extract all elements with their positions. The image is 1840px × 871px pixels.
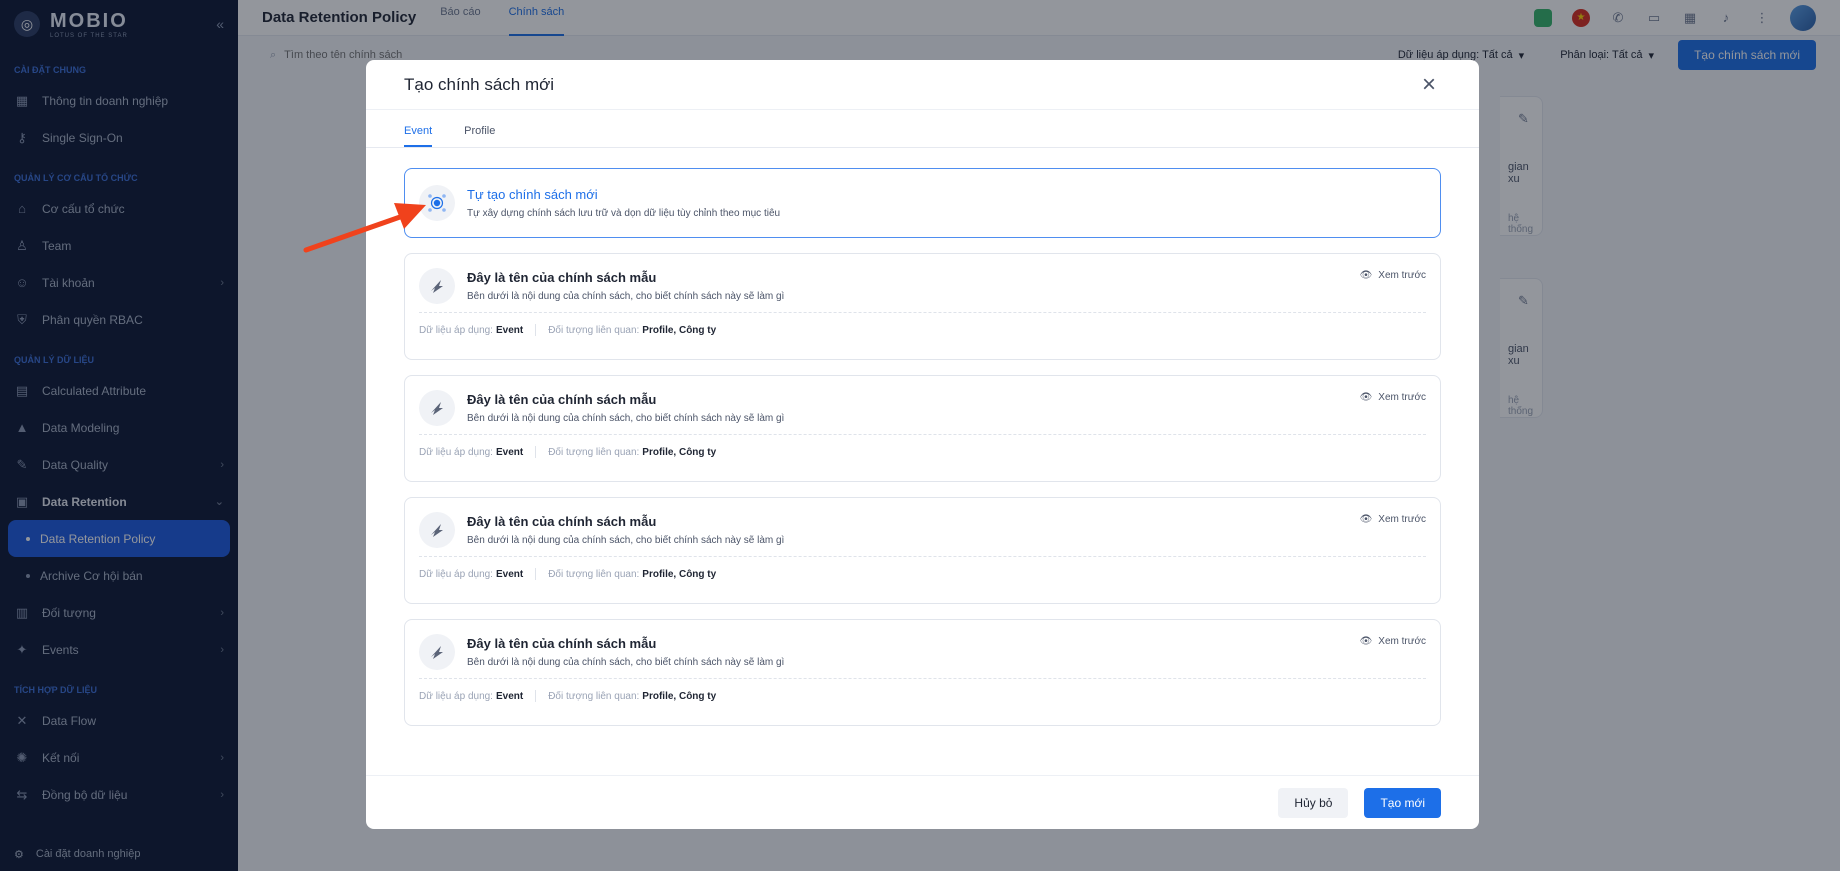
modal-title: Tạo chính sách mới [404,74,555,94]
related-objects-value: Profile, Công ty [642,324,717,336]
modal-tabs: Event Profile [366,110,1479,148]
template-desc: Bên dưới là nội dung của chính sách, cho… [467,535,785,546]
template-desc: Bên dưới là nội dung của chính sách, cho… [467,291,785,302]
data-applied-label: Dữ liệu áp dụng: [419,324,493,336]
template-name: Đây là tên của chính sách mẫu [467,514,657,529]
data-applied-value: Event [495,324,524,336]
preview-button[interactable]: 👁 Xem trước [1360,392,1426,403]
separator [535,568,537,580]
preview-label: Xem trước [1378,636,1426,647]
eye-icon: 👁 [1359,392,1373,403]
template-name: Đây là tên của chính sách mẫu [467,392,657,407]
template-desc: Bên dưới là nội dung của chính sách, cho… [467,657,785,668]
related-objects-label: Đối tượng liên quan: [548,568,640,580]
template-name: Đây là tên của chính sách mẫu [467,270,657,285]
template-meta: Dữ liệu áp dụng: Event Đối tượng liên qu… [419,435,1426,469]
related-objects-value: Profile, Công ty [642,690,717,702]
data-applied-label: Dữ liệu áp dụng: [419,568,493,580]
related-objects-value: Profile, Công ty [642,568,717,580]
annotation-arrow-icon [303,203,426,253]
preview-label: Xem trước [1378,270,1426,281]
template-meta: Dữ liệu áp dụng: Event Đối tượng liên qu… [419,557,1426,591]
related-objects-value: Profile, Công ty [642,446,717,458]
tab-event[interactable]: Event [404,125,433,147]
related-objects-label: Đối tượng liên quan: [548,324,640,336]
eye-icon: 👁 [1359,636,1373,647]
template-card[interactable]: Đây là tên của chính sách mẫu Bên dưới l… [404,375,1441,482]
create-policy-modal: Tạo chính sách mới × Event Profile Tự tạ… [366,60,1479,829]
preview-label: Xem trước [1378,392,1426,403]
template-name: Đây là tên của chính sách mẫu [467,636,657,651]
data-applied-value: Event [495,446,524,458]
related-objects-label: Đối tượng liên quan: [548,446,640,458]
create-button[interactable]: Tạo mới [1364,787,1441,818]
data-applied-label: Dữ liệu áp dụng: [419,690,493,702]
template-meta: Dữ liệu áp dụng: Event Đối tượng liên qu… [419,679,1426,713]
preview-button[interactable]: 👁 Xem trước [1360,270,1426,281]
data-applied-value: Event [495,568,524,580]
related-objects-label: Đối tượng liên quan: [548,690,640,702]
eye-icon: 👁 [1359,270,1373,281]
separator [535,446,537,458]
preview-button[interactable]: 👁 Xem trước [1360,636,1426,647]
preview-button[interactable]: 👁 Xem trước [1360,514,1426,525]
template-desc: Bên dưới là nội dung của chính sách, cho… [467,413,785,424]
data-applied-value: Event [495,690,524,702]
template-card[interactable]: Đây là tên của chính sách mẫu Bên dưới l… [404,497,1441,604]
template-icon [419,512,455,548]
cancel-button[interactable]: Hủy bỏ [1278,787,1349,818]
template-card[interactable]: Đây là tên của chính sách mẫu Bên dưới l… [404,619,1441,726]
custom-policy-desc: Tự xây dựng chính sách lưu trữ và dọn dữ… [467,208,781,219]
template-icon [419,634,455,670]
template-meta: Dữ liệu áp dụng: Event Đối tượng liên qu… [419,313,1426,347]
custom-policy-option[interactable]: Tự tạo chính sách mới Tự xây dựng chính … [404,168,1441,238]
modal-header: Tạo chính sách mới × [366,60,1479,110]
modal-body: Tự tạo chính sách mới Tự xây dựng chính … [366,148,1479,726]
custom-policy-title: Tự tạo chính sách mới [467,187,598,202]
preview-label: Xem trước [1378,514,1426,525]
template-card[interactable]: Đây là tên của chính sách mẫu Bên dưới l… [404,253,1441,360]
eye-icon: 👁 [1359,514,1373,525]
data-applied-label: Dữ liệu áp dụng: [419,446,493,458]
separator [535,324,537,336]
close-icon[interactable]: × [1417,72,1441,97]
separator [535,690,537,702]
tab-profile[interactable]: Profile [464,125,495,147]
template-icon [419,390,455,426]
template-icon [419,268,455,304]
modal-footer: Hủy bỏ Tạo mới [366,775,1479,829]
